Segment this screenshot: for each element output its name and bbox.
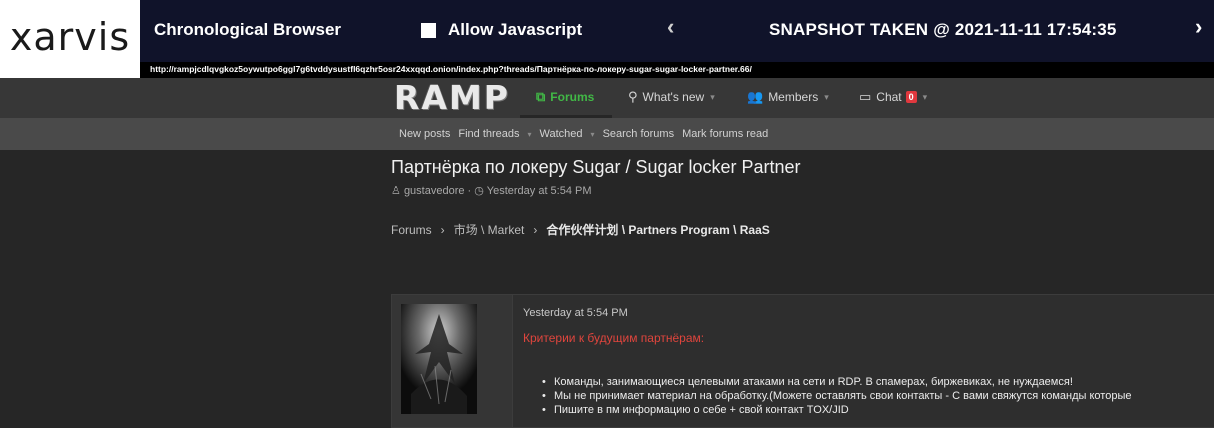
page-url[interactable]: http://rampjcdlqvgkoz5oywutpo6ggl7g6tvdd… (150, 64, 752, 74)
subnav-mark-forums-read[interactable]: Mark forums read (682, 128, 768, 140)
snapshot-timestamp: SNAPSHOT TAKEN @ 2021-11-11 17:54:35 (769, 20, 1117, 39)
meta-separator: · (467, 185, 472, 197)
chronological-browser-toolbar: Chronological Browser Allow Javascript ‹… (140, 0, 1214, 62)
breadcrumb: Forums › 市场 \ Market › 合作伙伴计划 \ Partners… (391, 221, 770, 238)
thread-title: Партнёрка по локеру Sugar / Sugar locker… (391, 157, 801, 177)
url-bar: http://rampjcdlqvgkoz5oywutpo6ggl7g6tvdd… (140, 62, 1214, 78)
post-user-panel (392, 295, 513, 427)
tab-chat-label: Chat (876, 90, 902, 104)
tab-members[interactable]: 👥 Members ▾ (747, 89, 829, 105)
allow-javascript-toggle[interactable]: Allow Javascript (421, 20, 582, 40)
chat-count-badge: 0 (905, 91, 917, 103)
list-item: Мы не принимает материал на обработку.(М… (542, 389, 1131, 403)
ramp-logo[interactable]: RAMP (394, 78, 510, 117)
post-date[interactable]: Yesterday at 5:54 PM (523, 307, 628, 319)
forum-header: RAMP ⧉ Forums ⚲ What's new ▾ 👥 Members ▾… (0, 78, 1214, 118)
forum-subnav: New posts Find threads ▾ Watched ▾ Searc… (0, 118, 1214, 150)
thread-meta: ♙ gustavedore · ◷ Yesterday at 5:54 PM (391, 184, 592, 197)
user-icon: ♙ (391, 185, 401, 197)
list-item: Пишите в пм информацию о себе + свой кон… (542, 403, 1131, 417)
post-heading: Критерии к будущим партнёрам: (523, 331, 705, 345)
xarvis-logo-text: xarvis (9, 15, 131, 59)
subnav-find-threads[interactable]: Find threads (458, 128, 519, 140)
chevron-left-icon[interactable]: ‹ (667, 14, 674, 40)
app-title: Chronological Browser (154, 20, 342, 39)
chevron-down-icon[interactable]: ▾ (591, 130, 595, 140)
post: Yesterday at 5:54 PM Критерии к будущим … (391, 294, 1214, 428)
clock-icon: ◷ (474, 185, 484, 197)
list-item: Команды, занимающиеся целевыми атаками н… (542, 375, 1131, 389)
chevron-right-icon: › (440, 222, 445, 237)
post-criteria-list: Команды, занимающиеся целевыми атаками н… (542, 375, 1131, 417)
subnav-watched[interactable]: Watched (540, 128, 583, 140)
subnav-new-posts[interactable]: New posts (399, 128, 450, 140)
tab-whats-new-label: What's new (642, 90, 705, 104)
tab-forums-label: Forums (550, 90, 595, 104)
whats-new-icon: ⚲ (628, 89, 638, 104)
allow-javascript-checkbox[interactable] (421, 22, 436, 38)
forums-icon: ⧉ (536, 89, 546, 104)
breadcrumb-forums[interactable]: Forums (391, 223, 432, 237)
chat-icon: ▭ (859, 89, 872, 104)
tab-forums[interactable]: ⧉ Forums (536, 89, 594, 105)
tab-members-label: Members (768, 90, 819, 104)
subnav-search-forums[interactable]: Search forums (603, 128, 675, 140)
members-icon: 👥 (747, 89, 764, 104)
chevron-down-icon[interactable]: ▾ (528, 130, 532, 140)
thread-posted-time[interactable]: Yesterday at 5:54 PM (487, 185, 592, 197)
tab-whats-new[interactable]: ⚲ What's new ▾ (628, 89, 715, 105)
breadcrumb-market[interactable]: 市场 \ Market (454, 221, 525, 238)
chevron-down-icon[interactable]: ▾ (824, 92, 829, 103)
chevron-down-icon[interactable]: ▾ (710, 92, 715, 103)
xarvis-logo: xarvis (0, 0, 140, 78)
chevron-right-icon[interactable]: › (1195, 14, 1202, 40)
breadcrumb-partners-program[interactable]: 合作伙伴计划 \ Partners Program \ RaaS (546, 221, 769, 238)
allow-javascript-label: Allow Javascript (448, 20, 583, 39)
chevron-down-icon[interactable]: ▾ (923, 92, 928, 103)
avatar[interactable] (401, 304, 477, 414)
thread-author[interactable]: gustavedore (404, 185, 465, 197)
chevron-right-icon: › (533, 222, 538, 237)
avatar-image (401, 304, 477, 414)
tab-chat[interactable]: ▭ Chat 0 ▾ (859, 89, 927, 105)
